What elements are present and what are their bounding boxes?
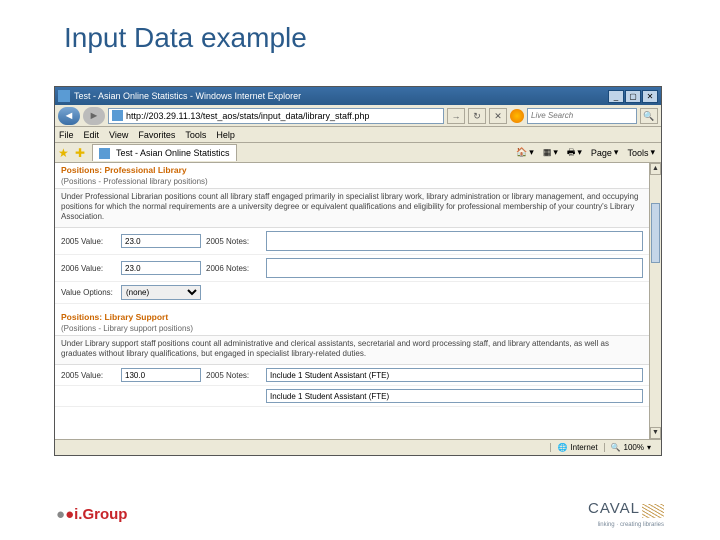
sec2-row-2005: 2005 Value: 2005 Notes: (55, 365, 649, 386)
slide-footer: ●●i.Group CAVAL linking · creating libra… (0, 500, 720, 528)
security-zone[interactable]: 🌐 Internet (550, 443, 603, 452)
input2-2005-value[interactable] (121, 368, 201, 382)
label-value-options: Value Options: (61, 288, 116, 297)
page-menu[interactable]: Page ▾ (588, 147, 622, 158)
select-value-options[interactable]: (none) (121, 285, 201, 300)
feeds-button[interactable]: ▦▾ (540, 147, 561, 158)
maximize-button[interactable]: ▢ (625, 90, 641, 103)
section1-heading: Positions: Professional Library (55, 163, 649, 177)
tab-active[interactable]: Test - Asian Online Statistics (92, 144, 237, 161)
vertical-scrollbar[interactable]: ▲ ▼ (649, 163, 661, 439)
sec2-row-next (55, 386, 649, 407)
tools-menu[interactable]: Tools ▾ (624, 147, 658, 158)
browser-window: Test - Asian Online Statistics - Windows… (54, 86, 662, 456)
section1-subheading: (Positions - Professional library positi… (55, 177, 649, 188)
menu-help[interactable]: Help (216, 130, 235, 140)
scroll-up-button[interactable]: ▲ (650, 163, 661, 175)
close-button[interactable]: ✕ (642, 90, 658, 103)
search-provider-icon[interactable] (510, 109, 524, 123)
input-2005-value[interactable] (121, 234, 201, 248)
tab-toolbar: ★ ✚ Test - Asian Online Statistics 🏠▾ ▦▾… (55, 143, 661, 163)
section2-subheading: (Positions - Library support positions) (55, 324, 649, 335)
address-bar[interactable]: http://203.29.11.13/test_aos/stats/input… (108, 108, 444, 124)
logo-igroup: ●●i.Group (56, 506, 127, 523)
zoom-value: 100% (624, 443, 644, 452)
globe-icon: 🌐 (557, 443, 567, 452)
section2-desc: Under Library support staff positions co… (55, 335, 649, 365)
nav-toolbar: ◄ ► http://203.29.11.13/test_aos/stats/i… (55, 105, 661, 127)
tab-page-icon (99, 148, 110, 159)
home-button[interactable]: 🏠▾ (513, 147, 537, 158)
label-2006-notes: 2006 Notes: (206, 264, 261, 273)
label2-2005-notes: 2005 Notes: (206, 371, 261, 380)
input-2006-notes[interactable] (266, 258, 643, 278)
menu-edit[interactable]: Edit (84, 130, 100, 140)
label-2005-notes: 2005 Notes: (206, 237, 261, 246)
slide-title: Input Data example (0, 0, 720, 62)
status-bar: 🌐 Internet 🔍 100% ▾ (55, 439, 661, 455)
sec1-row-unit: Value Options: (none) (55, 282, 649, 304)
forward-button[interactable]: ► (83, 107, 105, 125)
zone-label: Internet (570, 443, 597, 452)
logo-caval: CAVAL linking · creating libraries (588, 500, 664, 528)
input-2006-value[interactable] (121, 261, 201, 275)
add-favorites-icon[interactable]: ✚ (75, 146, 89, 160)
go-button[interactable]: → (447, 108, 465, 124)
print-icon: 🖶 (567, 145, 576, 161)
scroll-thumb[interactable] (651, 203, 660, 263)
home-icon: 🏠 (516, 147, 527, 158)
print-button[interactable]: 🖶▾ (564, 145, 585, 161)
page-content: Positions: Professional Library (Positio… (55, 163, 661, 439)
section1-desc: Under Professional Librarian positions c… (55, 188, 649, 228)
menu-favorites[interactable]: Favorites (138, 130, 175, 140)
section2-heading: Positions: Library Support (55, 310, 649, 324)
menu-file[interactable]: File (59, 130, 74, 140)
scroll-down-button[interactable]: ▼ (650, 427, 661, 439)
ie-icon (58, 90, 70, 102)
page-icon (112, 110, 123, 121)
caval-mark-icon (642, 504, 664, 518)
input-2005-notes[interactable] (266, 231, 643, 251)
menu-view[interactable]: View (109, 130, 128, 140)
sec1-row-2006: 2006 Value: 2006 Notes: (55, 255, 649, 282)
stop-button[interactable]: ✕ (489, 108, 507, 124)
favorites-icon[interactable]: ★ (58, 146, 72, 160)
input2-2006-notes[interactable] (266, 389, 643, 403)
minimize-button[interactable]: _ (608, 90, 624, 103)
input2-2005-notes[interactable] (266, 368, 643, 382)
search-input[interactable] (527, 108, 637, 124)
label-2005-value: 2005 Value: (61, 237, 116, 246)
zoom-icon: 🔍 (611, 443, 621, 452)
menu-tools[interactable]: Tools (185, 130, 206, 140)
label2-2005-value: 2005 Value: (61, 371, 116, 380)
sec1-row-2005: 2005 Value: 2005 Notes: (55, 228, 649, 255)
titlebar[interactable]: Test - Asian Online Statistics - Windows… (55, 87, 661, 105)
search-go-button[interactable]: 🔍 (640, 108, 658, 124)
url-text: http://203.29.11.13/test_aos/stats/input… (126, 109, 369, 123)
back-button[interactable]: ◄ (58, 107, 80, 125)
label-2006-value: 2006 Value: (61, 264, 116, 273)
window-title: Test - Asian Online Statistics - Windows… (74, 91, 608, 101)
menu-bar: File Edit View Favorites Tools Help (55, 127, 661, 143)
zoom-control[interactable]: 🔍 100% ▾ (604, 443, 657, 452)
tab-label: Test - Asian Online Statistics (116, 148, 230, 158)
rss-icon: ▦ (543, 147, 552, 158)
refresh-button[interactable]: ↻ (468, 108, 486, 124)
